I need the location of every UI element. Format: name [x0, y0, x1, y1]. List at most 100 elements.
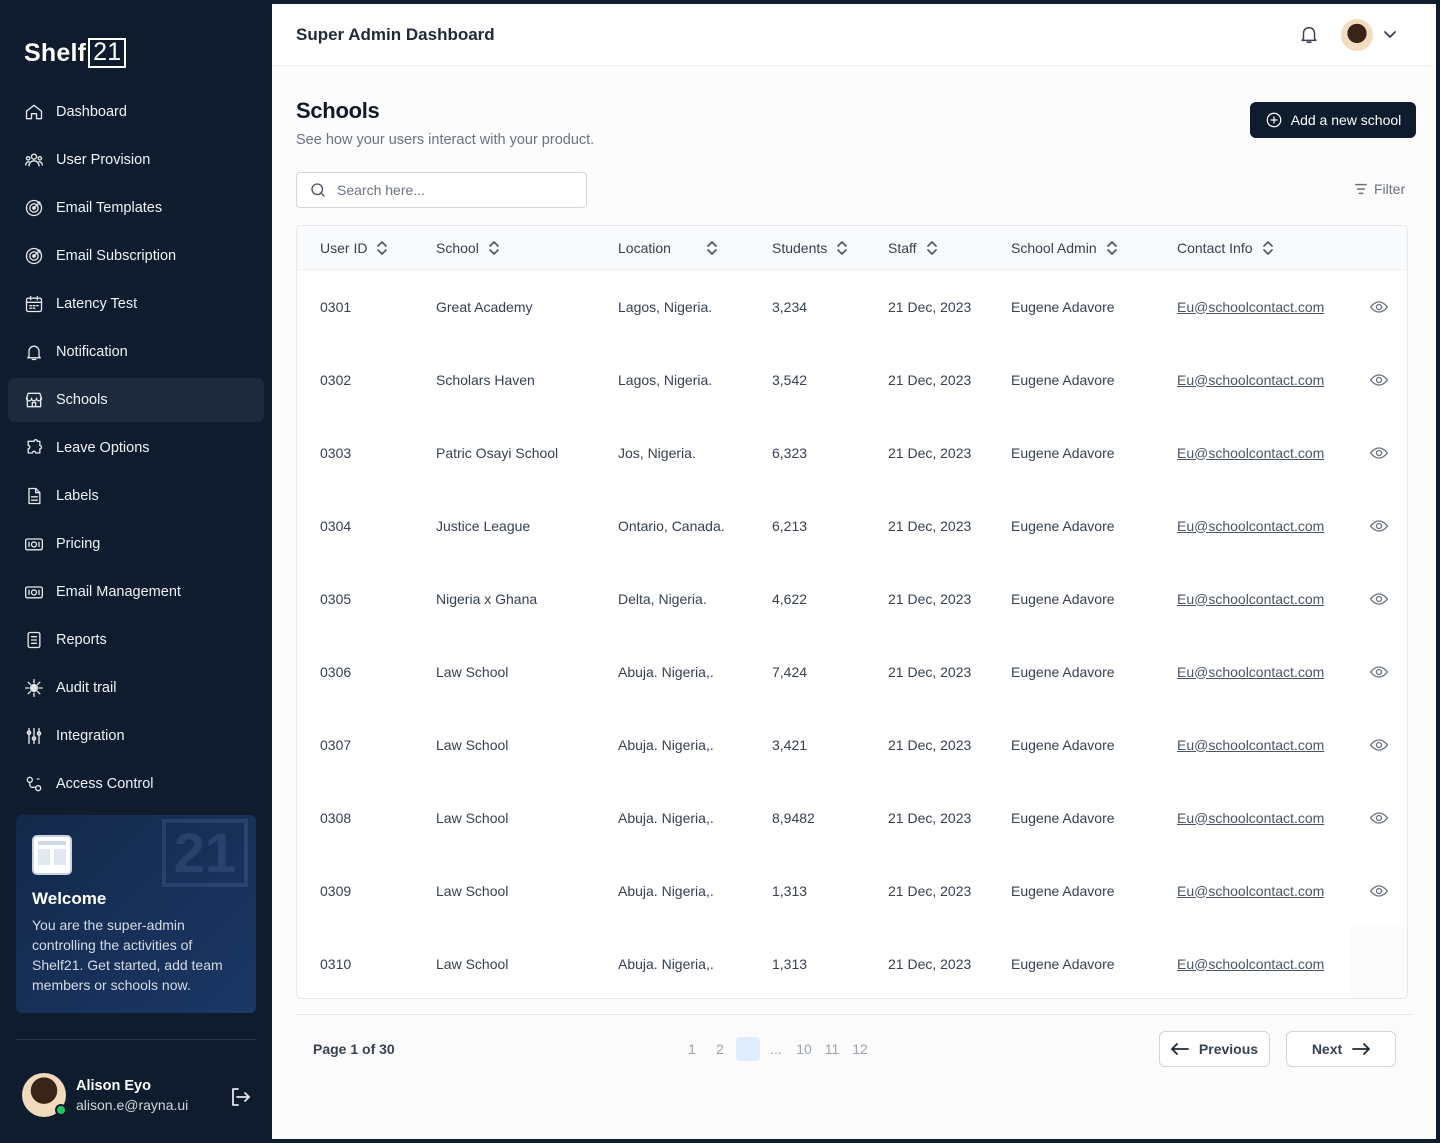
table-row[interactable]: 0308 Law School Abuja. Nigeria,. 8,9482 21 D… — [297, 781, 1407, 854]
avatar[interactable] — [22, 1073, 67, 1117]
cell-id: 0306 — [320, 663, 352, 680]
sidebar-item-user-provision[interactable]: User Provision — [8, 138, 264, 182]
cell-location: Lagos, Nigeria. — [618, 298, 713, 315]
calendar-icon — [24, 294, 44, 314]
page-number[interactable]: 3 — [736, 1037, 760, 1061]
column-header-user-id[interactable]: User ID — [320, 226, 389, 270]
cell-id: 0308 — [320, 809, 352, 826]
eye-icon[interactable] — [1351, 343, 1407, 416]
header-avatar[interactable] — [1341, 19, 1373, 51]
sidebar-item-schools[interactable]: Schools — [8, 378, 264, 422]
column-header-students[interactable]: Students — [772, 226, 849, 270]
search-input[interactable] — [337, 182, 567, 198]
sort-icon — [1253, 240, 1275, 256]
cell-contact[interactable]: Eu@schoolcontact.com — [1177, 635, 1324, 708]
sidebar-item-latency-test[interactable]: Latency Test — [8, 282, 264, 326]
logout-icon[interactable] — [228, 1085, 252, 1109]
table-row[interactable]: 0304 Justice League Ontario, Canada. 6,213 2… — [297, 489, 1407, 562]
logo[interactable]: Shelf 21 — [24, 38, 127, 68]
sidebar-item-audit-trail[interactable]: Audit trail — [8, 666, 264, 710]
sidebar-item-notification[interactable]: Notification — [8, 330, 264, 374]
sidebar-item-label: Pricing — [56, 536, 101, 552]
sidebar-item-label: Latency Test — [56, 296, 138, 312]
filter-button[interactable]: Filter — [1354, 181, 1405, 197]
table-row[interactable]: 0309 Law School Abuja. Nigeria,. 1,313 21 De… — [297, 854, 1407, 927]
filter-icon — [1355, 183, 1367, 195]
sort-icon — [1097, 240, 1119, 256]
table-row[interactable]: 0301 Great Academy Lagos, Nigeria. 3,234 21 … — [297, 270, 1407, 343]
column-header-location[interactable]: Location — [618, 226, 719, 270]
table-row[interactable]: 0303 Patric Osayi School Jos, Nigeria. 6,32… — [297, 416, 1407, 489]
welcome-watermark: 21 — [161, 819, 248, 887]
eye-icon[interactable] — [1351, 416, 1407, 489]
cell-contact[interactable]: Eu@schoolcontact.com — [1177, 270, 1324, 343]
sliders-icon — [24, 726, 44, 746]
table-row[interactable]: 0306 Law School Abuja. Nigeria,. 7,424 21 De… — [297, 635, 1407, 708]
sort-icon — [827, 240, 849, 256]
page-number[interactable]: 2 — [708, 1037, 732, 1061]
sidebar-item-email-management[interactable]: Email Management — [8, 570, 264, 614]
eye-icon[interactable] — [1351, 562, 1407, 635]
cell-admin: Eugene Adavore — [1011, 590, 1115, 607]
cell-contact[interactable]: Eu@schoolcontact.com — [1177, 343, 1324, 416]
column-header-school[interactable]: School — [436, 226, 501, 270]
sidebar-item-dashboard[interactable]: Dashboard — [8, 90, 264, 134]
page-number[interactable]: 1 — [680, 1037, 704, 1061]
cell-school: Law School — [436, 882, 509, 899]
sidebar-item-email-subscription[interactable]: Email Subscription — [8, 234, 264, 278]
chevron-down-icon[interactable] — [1382, 26, 1398, 42]
online-status-dot — [55, 1104, 67, 1116]
cell-contact[interactable]: Eu@schoolcontact.com — [1177, 854, 1324, 927]
table-row[interactable]: 0302 Scholars Haven Lagos, Nigeria. 3,542 21… — [297, 343, 1407, 416]
sidebar-item-leave-options[interactable]: Leave Options — [8, 426, 264, 470]
cell-contact[interactable]: Eu@schoolcontact.com — [1177, 708, 1324, 781]
previous-button[interactable]: Previous — [1159, 1031, 1270, 1067]
eye-icon[interactable] — [1351, 270, 1407, 343]
bell-icon — [24, 342, 44, 362]
cell-contact[interactable]: Eu@schoolcontact.com — [1177, 416, 1324, 489]
sidebar-item-access-control[interactable]: Access Control — [8, 762, 264, 806]
table-row[interactable]: 0305 Nigeria x Ghana Delta, Nigeria. 4,622 2… — [297, 562, 1407, 635]
add-school-button[interactable]: Add a new school — [1250, 102, 1416, 138]
sidebar-item-label: Email Subscription — [56, 248, 177, 264]
eye-icon[interactable] — [1351, 489, 1407, 562]
cell-contact[interactable]: Eu@schoolcontact.com — [1177, 927, 1324, 998]
sidebar-item-label: Labels — [56, 488, 99, 504]
table-header: User ID School Location Students Staff School… — [297, 226, 1407, 270]
eye-icon[interactable] — [1351, 854, 1407, 927]
sidebar-item-label: Audit trail — [56, 680, 117, 696]
cell-school: Law School — [436, 663, 509, 680]
page-number[interactable]: 10 — [792, 1037, 816, 1061]
pagination: Page 1 of 30 1 2 3... 10 11 12 Previous Next — [296, 1014, 1412, 1084]
table-body: 0301 Great Academy Lagos, Nigeria. 3,234 21 … — [297, 270, 1407, 998]
next-button[interactable]: Next — [1286, 1031, 1396, 1067]
cell-id: 0305 — [320, 590, 352, 607]
cell-school: Law School — [436, 736, 509, 753]
page-ellipsis: ... — [770, 1041, 782, 1057]
eye-icon[interactable] — [1351, 781, 1407, 854]
sidebar-item-pricing[interactable]: Pricing — [8, 522, 264, 566]
table-row[interactable]: 0310 Law School Abuja. Nigeria,. 1,313 21 De… — [297, 927, 1407, 998]
home-icon — [24, 102, 44, 122]
page-number[interactable]: 11 — [820, 1037, 844, 1061]
column-header-school-admin[interactable]: School Admin — [1011, 226, 1119, 270]
cell-location: Abuja. Nigeria,. — [618, 809, 714, 826]
table-row[interactable]: 0307 Law School Abuja. Nigeria,. 3,421 21 De… — [297, 708, 1407, 781]
welcome-card: 21 Welcome You are the super-admin contr… — [16, 815, 256, 1013]
sidebar-item-email-templates[interactable]: Email Templates — [8, 186, 264, 230]
sidebar-item-reports[interactable]: Reports — [8, 618, 264, 662]
cell-id: 0307 — [320, 736, 352, 753]
sidebar-item-integration[interactable]: Integration — [8, 714, 264, 758]
column-header-contact-info[interactable]: Contact Info — [1177, 226, 1275, 270]
page-number[interactable]: 12 — [848, 1037, 872, 1061]
eye-icon[interactable] — [1351, 635, 1407, 708]
cell-contact[interactable]: Eu@schoolcontact.com — [1177, 489, 1324, 562]
sidebar-item-labels[interactable]: Labels — [8, 474, 264, 518]
cell-contact[interactable]: Eu@schoolcontact.com — [1177, 781, 1324, 854]
cell-location: Jos, Nigeria. — [618, 444, 696, 461]
users-icon — [24, 150, 44, 170]
column-header-staff[interactable]: Staff — [888, 226, 939, 270]
bell-icon[interactable] — [1298, 23, 1320, 47]
eye-icon[interactable] — [1351, 708, 1407, 781]
cell-contact[interactable]: Eu@schoolcontact.com — [1177, 562, 1324, 635]
